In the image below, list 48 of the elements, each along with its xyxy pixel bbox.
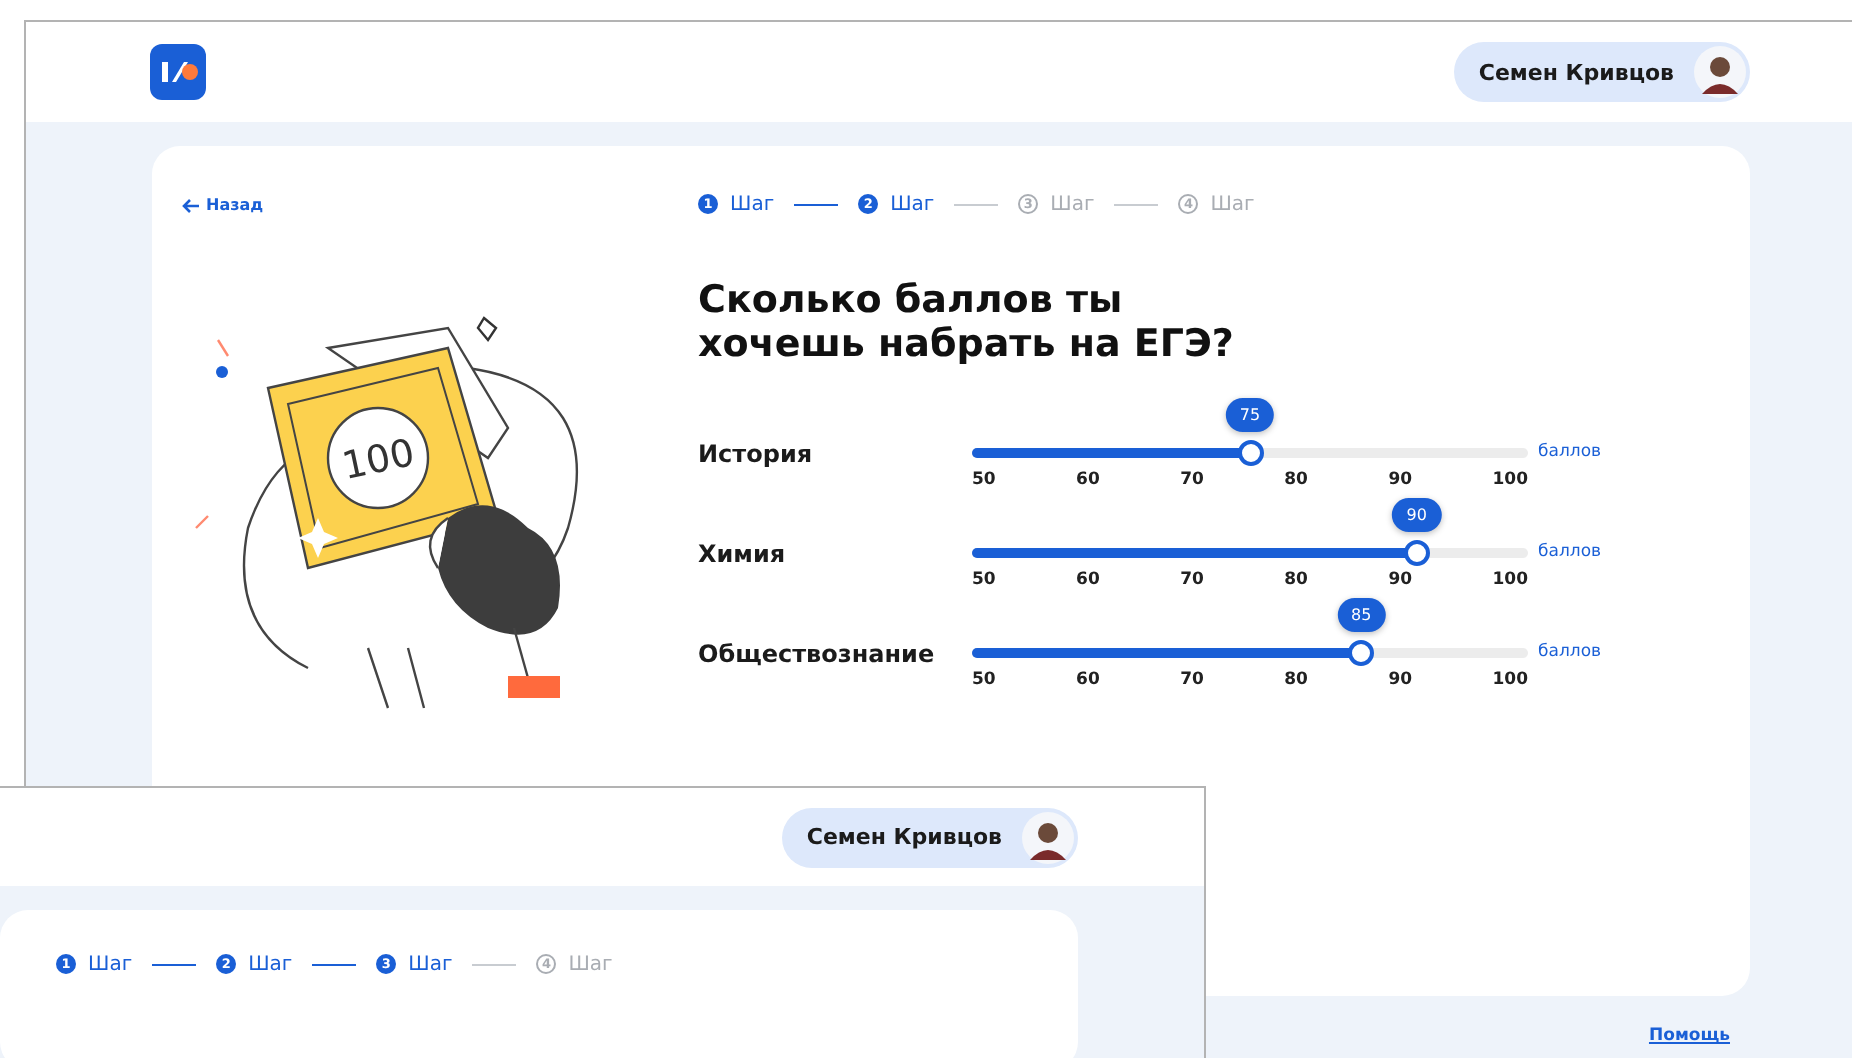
tick-label: 70 (1180, 570, 1204, 590)
value-tooltip: 90 (1392, 498, 1441, 532)
tick-label: 100 (1492, 570, 1528, 590)
question-heading: Сколько баллов ты хочешь набрать на ЕГЭ? (698, 278, 1236, 366)
slider-thumb[interactable] (1348, 640, 1375, 666)
value-tooltip: 75 (1225, 398, 1275, 432)
badge-number: 100 (338, 430, 419, 489)
user-profile-button[interactable]: Семен Кривцов (782, 807, 1078, 867)
slider-thumb[interactable] (1237, 440, 1263, 466)
subject-label: Обществознание (698, 642, 937, 666)
tick-label: 80 (1284, 670, 1308, 690)
step-label: Шаг (1210, 193, 1255, 215)
tick-label: 100 (1492, 670, 1528, 690)
step-label: Шаг (890, 193, 935, 215)
tick-label: 50 (972, 470, 996, 490)
avatar-icon (1694, 46, 1746, 98)
avatar-icon (1022, 811, 1074, 863)
unit-label: баллов (1538, 542, 1602, 562)
tick-label: 60 (1076, 670, 1100, 690)
tick-label: 70 (1180, 670, 1204, 690)
slider-thumb[interactable] (1403, 540, 1430, 566)
user-profile-button[interactable]: Семен Кривцов (1454, 42, 1750, 102)
app-logo[interactable] (150, 44, 206, 100)
step-label: Шаг (1050, 193, 1095, 215)
help-link[interactable]: Помощь (1648, 1026, 1730, 1046)
tick-label: 70 (1180, 470, 1204, 490)
tick-label: 90 (1388, 570, 1413, 590)
back-link[interactable]: Назад (182, 196, 264, 214)
unit-label: баллов (1538, 442, 1602, 462)
step-label: Шаг (408, 953, 453, 975)
tick-label: 90 (1388, 670, 1413, 690)
unit-label: баллов (1538, 642, 1602, 662)
tick-label: 60 (1076, 470, 1100, 490)
step-label: Шаг (568, 953, 613, 975)
tick-label: 50 (972, 670, 996, 690)
step-label: Шаг (88, 953, 133, 975)
tick-label: 90 (1388, 470, 1413, 490)
tick-label: 100 (1492, 470, 1528, 490)
arrow-left-icon (182, 197, 200, 213)
tick-label: 80 (1284, 470, 1308, 490)
step-label: Шаг (730, 193, 775, 215)
subject-label: История (698, 442, 815, 466)
subject-label: Химия (698, 542, 788, 566)
tick-label: 50 (972, 570, 996, 590)
value-tooltip: 85 (1337, 598, 1386, 632)
step-label: Шаг (248, 953, 293, 975)
tick-label: 60 (1076, 570, 1100, 590)
tick-label: 80 (1284, 570, 1308, 590)
